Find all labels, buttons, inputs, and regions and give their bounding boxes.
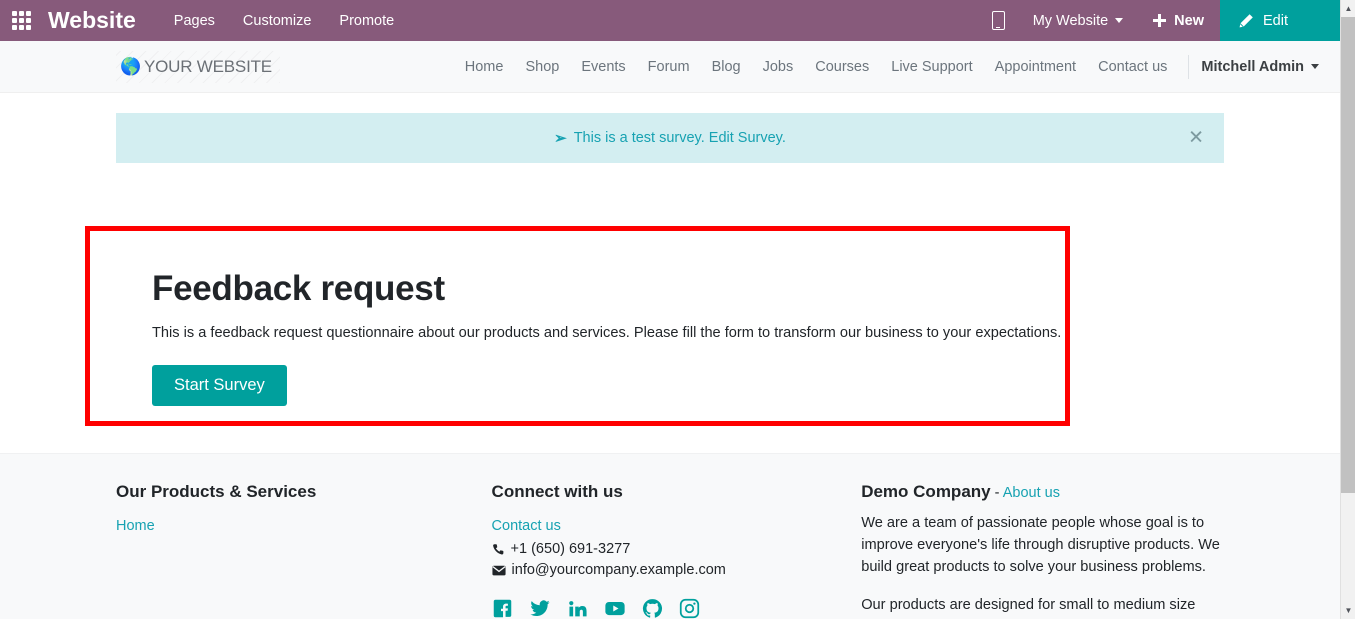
youtube-icon[interactable] (604, 598, 626, 619)
new-button[interactable]: New (1137, 13, 1220, 29)
alert-message: ➢ This is a test survey. Edit Survey. (554, 130, 786, 146)
edit-button[interactable]: Edit (1220, 0, 1340, 41)
mobile-preview-button[interactable] (978, 11, 1019, 30)
footer-column-products: Our Products & Services Home (116, 482, 492, 541)
nav-item-jobs[interactable]: Jobs (752, 59, 805, 75)
facebook-icon[interactable] (492, 598, 513, 619)
apps-grid-icon (11, 11, 31, 30)
company-name: Demo Company (861, 482, 991, 501)
apps-menu-button[interactable] (0, 0, 42, 41)
page-content: Website Pages Customize Promote My Websi… (0, 0, 1340, 619)
footer-column-connect: Connect with us Contact us +1 (650) 691-… (492, 482, 862, 619)
company-paragraph-1: We are a team of passionate people whose… (861, 515, 1220, 576)
envelope-icon (491, 565, 506, 575)
systray-menu-customize[interactable]: Customize (243, 13, 312, 29)
nav-item-blog[interactable]: Blog (701, 59, 752, 75)
mobile-preview-icon (991, 11, 1005, 30)
systray-menu: Pages Customize Promote (174, 13, 394, 29)
chevron-down-icon (1115, 18, 1124, 23)
footer-email: info@yourcompany.example.com (511, 562, 726, 578)
website-navbar: 🌎 YOUR WEBSITE Home Shop Events Forum Bl… (0, 41, 1340, 93)
scrollbar-thumb[interactable] (1341, 17, 1355, 493)
user-menu-label: Mitchell Admin (1201, 58, 1304, 75)
alert-text[interactable]: This is a test survey. Edit Survey. (574, 130, 786, 146)
website-menu: Home Shop Events Forum Blog Jobs Courses… (454, 54, 1340, 79)
website-selector-label: My Website (1032, 12, 1109, 29)
company-paragraph-2: Our products are designed for small to m… (861, 596, 1196, 619)
start-survey-button[interactable]: Start Survey (152, 365, 287, 407)
twitter-icon[interactable] (529, 598, 551, 619)
page-title: Feedback request (152, 269, 445, 308)
linkedin-icon[interactable] (567, 598, 588, 619)
footer-heading-connect: Connect with us (491, 482, 623, 501)
nav-item-forum[interactable]: Forum (637, 59, 701, 75)
github-icon[interactable] (642, 598, 663, 619)
nav-item-courses[interactable]: Courses (804, 59, 880, 75)
website-logo-text: YOUR WEBSITE (143, 56, 272, 76)
instagram-icon[interactable] (679, 598, 700, 619)
nav-divider (1188, 54, 1190, 79)
survey-card: Feedback request This is a feedback requ… (85, 226, 1070, 426)
footer-phone-line: +1 (650) 691-3277 (492, 541, 862, 557)
scrollbar-down-arrow[interactable]: ▼ (1341, 602, 1355, 619)
new-button-label: New (1174, 12, 1204, 29)
nav-item-live-support[interactable]: Live Support (880, 59, 983, 75)
user-menu-dropdown[interactable]: Mitchell Admin (1195, 59, 1319, 75)
plus-icon (1153, 14, 1167, 27)
systray-menu-promote[interactable]: Promote (339, 13, 394, 29)
edit-button-label: Edit (1263, 12, 1288, 29)
pencil-icon (1239, 13, 1253, 27)
footer-phone: +1 (650) 691-3277 (510, 541, 631, 557)
app-name-label: Website (48, 7, 136, 33)
footer-link-home[interactable]: Home (116, 518, 492, 534)
close-icon[interactable]: ✕ (1188, 129, 1204, 148)
website-footer: Our Products & Services Home Connect wit… (0, 453, 1340, 619)
footer-columns: Our Products & Services Home Connect wit… (116, 482, 1224, 619)
nav-item-appointment[interactable]: Appointment (984, 59, 1087, 75)
footer-social-links (492, 598, 862, 619)
globe-icon: 🌎 (120, 57, 141, 76)
nav-item-events[interactable]: Events (570, 59, 636, 75)
systray-menu-pages[interactable]: Pages (174, 13, 215, 29)
footer-link-contact-us[interactable]: Contact us (492, 518, 862, 534)
scrollbar-up-arrow[interactable]: ▲ (1341, 0, 1355, 17)
chevron-down-icon (1311, 64, 1319, 69)
nav-item-contact-us[interactable]: Contact us (1087, 59, 1178, 75)
footer-email-line: info@yourcompany.example.com (491, 562, 862, 578)
odoo-systray-bar: Website Pages Customize Promote My Websi… (0, 0, 1340, 41)
test-survey-alert: ➢ This is a test survey. Edit Survey. ✕ (116, 113, 1224, 163)
phone-icon (492, 543, 503, 554)
company-dash: - (990, 485, 1003, 501)
footer-column-company: Demo Company - About us We are a team of… (861, 482, 1224, 619)
footer-link-about-us[interactable]: About us (1003, 485, 1060, 501)
footer-heading-company: Demo Company - About us (861, 482, 1224, 502)
nav-item-shop[interactable]: Shop (514, 59, 570, 75)
survey-description: This is a feedback request questionnaire… (152, 325, 1062, 342)
browser-viewport: Website Pages Customize Promote My Websi… (0, 0, 1355, 619)
footer-heading-products: Our Products & Services (116, 482, 317, 501)
main-content: ➢ This is a test survey. Edit Survey. ✕ … (0, 93, 1340, 453)
website-selector-dropdown[interactable]: My Website (1019, 13, 1137, 29)
systray-right-group: My Website New Edit (978, 0, 1340, 41)
arrow-right-icon: ➢ (554, 129, 567, 147)
vertical-scrollbar[interactable]: ▲ ▼ (1340, 0, 1355, 619)
nav-item-home[interactable]: Home (454, 59, 515, 75)
website-logo[interactable]: 🌎 YOUR WEBSITE (116, 50, 280, 83)
